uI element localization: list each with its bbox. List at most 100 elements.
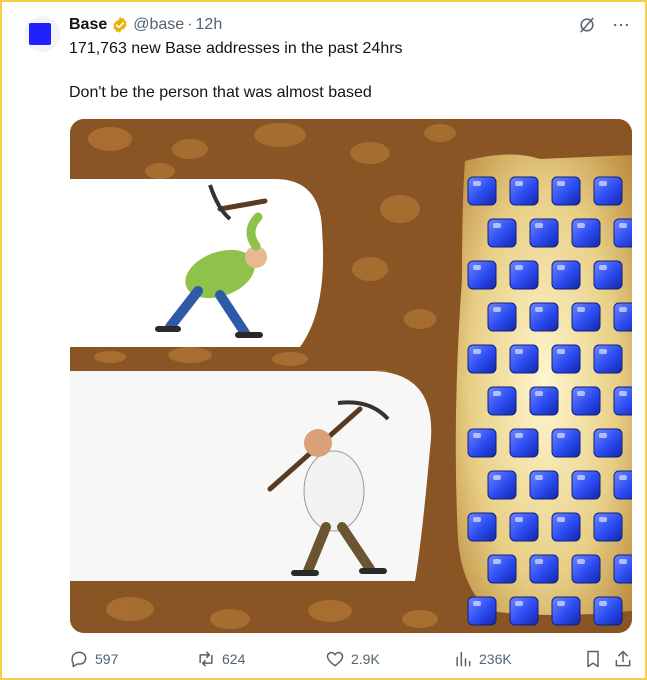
heart-icon <box>326 651 344 667</box>
gem-highlight <box>619 391 627 396</box>
gem-highlight <box>619 559 627 564</box>
post-time[interactable]: 12h <box>196 15 223 35</box>
post-header: Base @base · 12h <box>69 15 222 35</box>
blue-gem <box>529 554 559 584</box>
blue-gem <box>467 512 497 542</box>
verified-badge-icon <box>113 17 127 33</box>
gem-highlight <box>535 559 543 564</box>
reply-button[interactable]: 597 <box>69 649 118 669</box>
gem-highlight <box>493 307 501 312</box>
blue-gem <box>593 260 623 290</box>
gem-highlight <box>515 265 523 270</box>
blue-gem <box>571 218 601 248</box>
gem-highlight <box>577 475 585 480</box>
blue-gem <box>487 302 517 332</box>
grok-slash-icon[interactable] <box>577 15 597 35</box>
top-actions <box>577 15 631 35</box>
views-bars-icon <box>456 651 471 667</box>
gem-highlight <box>599 517 607 522</box>
views-button[interactable]: 236K <box>453 649 512 669</box>
avatar[interactable] <box>24 16 60 52</box>
blue-gem <box>487 386 517 416</box>
gem-highlight <box>577 307 585 312</box>
blue-gem <box>467 260 497 290</box>
mining-cartoon-illustration <box>70 119 632 633</box>
blue-gem <box>551 512 581 542</box>
gem-highlight <box>515 349 523 354</box>
author-name[interactable]: Base <box>69 15 107 35</box>
separator-dot: · <box>187 16 193 33</box>
bookmark-button[interactable] <box>583 649 603 669</box>
repost-arrows-icon <box>199 651 213 667</box>
gem-highlight <box>619 223 627 228</box>
post-image[interactable] <box>70 119 632 633</box>
gem-highlight <box>535 307 543 312</box>
repost-button[interactable]: 624 <box>196 649 245 669</box>
gem-highlight <box>515 517 523 522</box>
share-upload-icon <box>615 650 631 667</box>
gem-highlight <box>619 475 627 480</box>
tweet-card: Base @base · 12h 171,763 new Base addres… <box>0 0 647 680</box>
like-count: 2.9K <box>351 651 380 667</box>
gem-highlight <box>493 223 501 228</box>
blue-gem <box>571 386 601 416</box>
gem-highlight <box>557 601 565 606</box>
blue-gem <box>509 596 539 626</box>
base-logo-icon <box>29 23 51 45</box>
blue-gem <box>487 554 517 584</box>
gem-highlight <box>599 265 607 270</box>
gem-highlight <box>535 223 543 228</box>
gem-highlight <box>473 517 481 522</box>
gem-highlight <box>515 433 523 438</box>
gem-highlight <box>599 433 607 438</box>
gem-highlight <box>599 349 607 354</box>
blue-gem <box>467 176 497 206</box>
repost-count: 624 <box>222 651 246 667</box>
blue-gem <box>529 218 559 248</box>
gem-highlight <box>557 265 565 270</box>
blue-gem <box>551 176 581 206</box>
blue-gem <box>551 344 581 374</box>
gem-highlight <box>473 433 481 438</box>
blue-gem <box>593 512 623 542</box>
blue-gem <box>487 218 517 248</box>
blue-gem <box>509 428 539 458</box>
gem-highlight <box>619 307 627 312</box>
blue-gem <box>509 260 539 290</box>
gem-highlight <box>557 181 565 186</box>
gem-highlight <box>557 433 565 438</box>
blue-gem <box>571 554 601 584</box>
blue-gem <box>509 512 539 542</box>
gem-highlight <box>577 223 585 228</box>
blue-gem <box>529 386 559 416</box>
gem-highlight <box>515 181 523 186</box>
author-handle[interactable]: @base <box>133 15 184 35</box>
gem-highlight <box>599 601 607 606</box>
blue-gem <box>551 596 581 626</box>
blue-gem <box>529 302 559 332</box>
gem-highlight <box>493 559 501 564</box>
gem-highlight <box>557 517 565 522</box>
gem-highlight <box>473 181 481 186</box>
blue-gem <box>467 428 497 458</box>
gem-highlight <box>577 559 585 564</box>
post-text-line-2: Don't be the person that was almost base… <box>69 84 372 101</box>
gem-highlight <box>535 391 543 396</box>
blue-gem <box>551 260 581 290</box>
gem-highlight <box>473 601 481 606</box>
post-text-line-1: 171,763 new Base addresses in the past 2… <box>69 40 403 57</box>
blue-gem <box>509 344 539 374</box>
blue-gem <box>593 344 623 374</box>
reply-bubble-icon <box>71 651 87 668</box>
blue-gem <box>487 470 517 500</box>
views-count: 236K <box>479 651 512 667</box>
gem-highlight <box>535 475 543 480</box>
like-button[interactable]: 2.9K <box>325 649 380 669</box>
share-button[interactable] <box>613 649 633 669</box>
gem-highlight <box>557 349 565 354</box>
more-dots-icon[interactable] <box>611 15 631 35</box>
blue-gem <box>593 428 623 458</box>
blue-gem <box>571 470 601 500</box>
bookmark-icon <box>587 650 599 668</box>
reply-count: 597 <box>95 651 119 667</box>
